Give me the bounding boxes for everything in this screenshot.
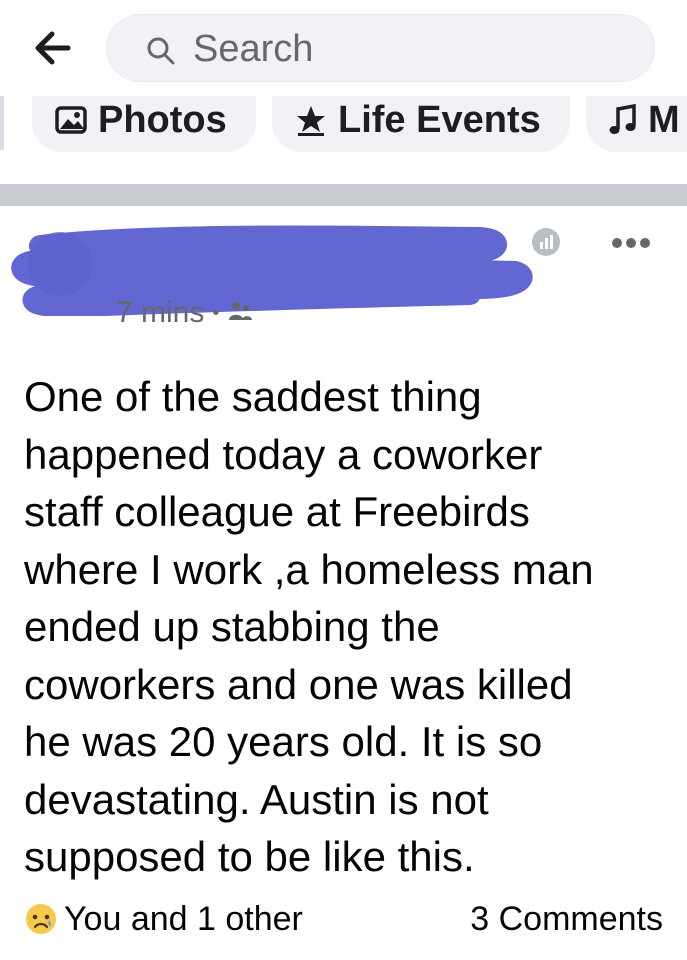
- back-arrow-icon[interactable]: [30, 28, 74, 68]
- post-body: One of the saddest thing happened today …: [24, 373, 594, 880]
- music-note-icon: [608, 103, 638, 137]
- post-card: 7 mins • One of the saddest thing happen…: [0, 206, 687, 960]
- photo-icon: [54, 105, 88, 135]
- reactions-summary[interactable]: You and 1 other: [64, 896, 303, 942]
- friends-icon[interactable]: [227, 296, 253, 330]
- comments-count[interactable]: 3 Comments: [470, 896, 663, 942]
- chip-life-events[interactable]: Life Events: [272, 96, 570, 152]
- more-options-icon[interactable]: [610, 236, 652, 250]
- search-icon: [145, 35, 177, 67]
- sad-emoji-icon[interactable]: [24, 902, 58, 936]
- search-placeholder: Search: [193, 28, 314, 70]
- redaction-scribble: [11, 225, 533, 316]
- chip-label: Life Events: [338, 98, 541, 141]
- separator-dot: •: [212, 301, 220, 324]
- profile-filter-chips: Photos Life Events M: [0, 96, 687, 170]
- chip-music[interactable]: M: [586, 96, 687, 152]
- chip-label: Photos: [98, 98, 227, 141]
- chip-photos[interactable]: Photos: [32, 96, 256, 152]
- star-icon: [294, 103, 328, 137]
- chip-label: M: [648, 98, 680, 141]
- chip-edge: [0, 96, 4, 150]
- post-time[interactable]: 7 mins: [116, 296, 204, 330]
- post-meta: 7 mins •: [116, 296, 253, 330]
- section-divider: [0, 184, 687, 206]
- stats-icon[interactable]: [532, 228, 560, 256]
- top-bar: Search: [0, 0, 687, 96]
- post-footer: You and 1 other 3 Comments: [0, 896, 687, 946]
- search-input[interactable]: Search: [106, 14, 655, 82]
